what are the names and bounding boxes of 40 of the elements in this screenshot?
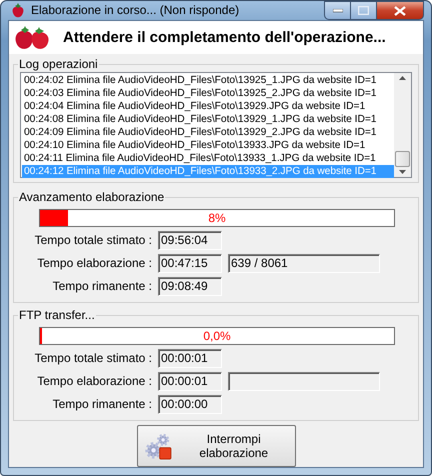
scroll-up-icon <box>399 76 406 80</box>
time-field: 09:08:49 <box>158 277 222 296</box>
time-field: 09:56:04 <box>158 231 222 250</box>
close-button[interactable] <box>377 1 424 20</box>
log-entry[interactable]: 00:24:02 Elimina file AudioVideoHD_Files\Foto\13925_1.JPG da website ID=1 <box>22 74 394 87</box>
field-label: Tempo totale stimato : <box>34 233 153 248</box>
scroll-thumb[interactable] <box>395 151 410 167</box>
progress-reading: 0,0% <box>202 328 232 344</box>
maximize-button[interactable] <box>351 1 377 20</box>
log-entry[interactable]: 00:24:10 Elimina file AudioVideoHD_Files\Foto\13933.JPG da website ID=1 <box>22 139 394 152</box>
header-title: Attendere il completamento dell'operazione... <box>63 28 386 46</box>
log-entry[interactable]: 00:24:09 Elimina file AudioVideoHD_Files\Foto\13929_2.JPG da website ID=1 <box>22 126 394 139</box>
time-field: 00:00:01 <box>158 349 222 368</box>
field-label: Tempo elaborazione : <box>36 256 153 271</box>
field-label: Tempo rimanente : <box>52 279 153 294</box>
group-label: Avanzamento elaborazione <box>18 190 166 204</box>
minimize-icon <box>332 8 342 12</box>
log-entry[interactable]: 00:24:11 Elimina file AudioVideoHD_Files\Foto\13933_1.JPG da website ID=1 <box>22 152 394 165</box>
progress-reading: 8% <box>207 210 227 226</box>
scroll-down-icon <box>399 170 406 174</box>
group-label: FTP transfer... <box>18 308 96 322</box>
scrollbar[interactable] <box>394 73 411 177</box>
group-label: Log operazioni <box>18 57 99 71</box>
time-field: 00:00:00 <box>158 395 222 414</box>
time-field: 00:47:15 <box>158 254 222 273</box>
strawberries-icon <box>13 24 51 50</box>
stop-button[interactable]: Interrompi elaborazione <box>136 425 296 467</box>
log-entry[interactable]: 00:24:03 Elimina file AudioVideoHD_Files\Foto\13925_2.JPG da website ID=1 <box>22 87 394 100</box>
log-entry[interactable]: 00:24:08 Elimina file AudioVideoHD_Files\Foto\13929_1.JPG da website ID=1 <box>22 113 394 126</box>
minimize-button[interactable] <box>324 1 351 20</box>
field-label: Tempo totale stimato : <box>34 351 153 366</box>
strawberry-icon <box>10 2 26 18</box>
window-title: Elaborazione in corso... (Non risponde) <box>31 3 240 18</box>
field-label: Tempo elaborazione : <box>36 374 153 389</box>
time-field: 00:00:01 <box>158 372 222 391</box>
counter-field: 639 / 8061 <box>228 254 380 273</box>
close-icon <box>394 6 406 16</box>
log-entry[interactable]: 00:24:04 Elimina file AudioVideoHD_Files\Foto\13929.JPG da website ID=1 <box>22 100 394 113</box>
maximize-icon <box>358 6 369 15</box>
field-label: Tempo rimanente : <box>52 397 153 412</box>
